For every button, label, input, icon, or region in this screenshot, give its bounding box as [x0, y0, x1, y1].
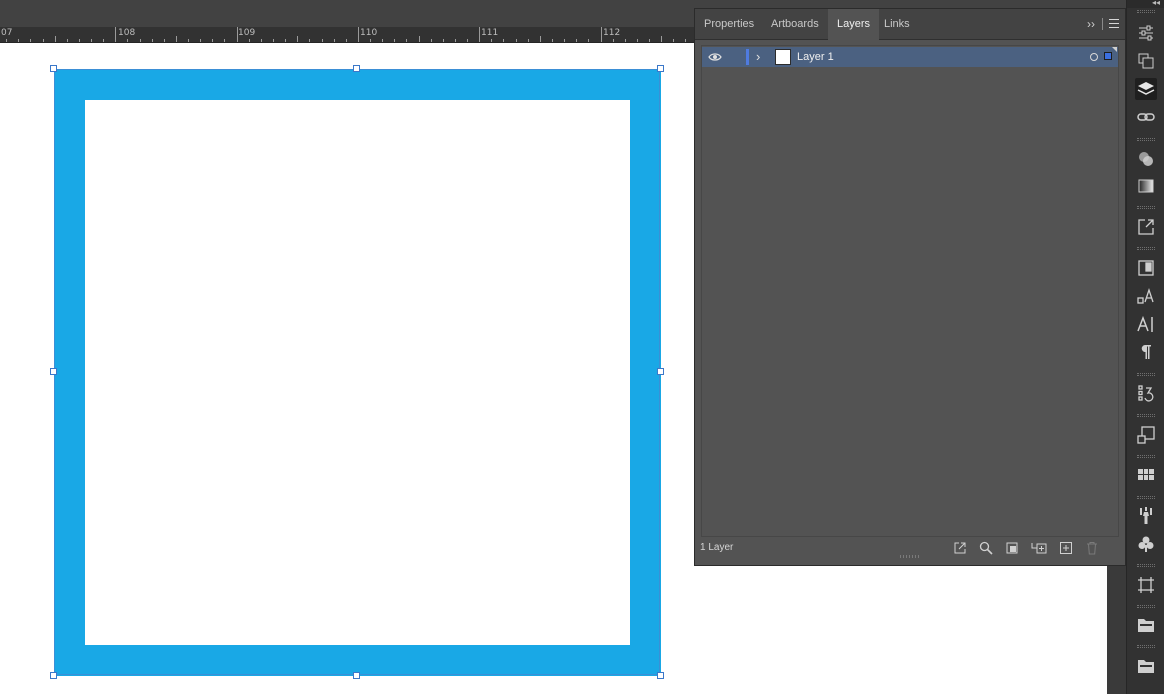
layer-thumbnail — [775, 49, 791, 65]
target-circle-icon[interactable] — [1090, 53, 1098, 61]
new-layer-icon[interactable] — [1059, 541, 1073, 555]
dock-header: ◂◂ — [1127, 0, 1164, 8]
locate-object-icon[interactable] — [979, 541, 993, 555]
panel-dock-strip: ◂◂ — [1126, 0, 1164, 694]
character-panel-icon[interactable] — [1135, 313, 1157, 335]
dock-group-grip[interactable] — [1137, 373, 1155, 376]
ruler-label: 108 — [118, 28, 136, 38]
layer-count: 1 Layer — [700, 542, 734, 553]
dock-group-grip[interactable] — [1137, 455, 1155, 458]
panel-tab-bar: Properties Artboards Layers Links ›› — [695, 9, 1125, 40]
layer-corner-marker — [1112, 47, 1117, 52]
character-styles-icon[interactable] — [1135, 285, 1157, 307]
properties-panel-icon[interactable] — [1135, 22, 1157, 44]
swatches-grid-icon[interactable] — [1135, 464, 1157, 486]
dock-group-grip[interactable] — [1137, 138, 1155, 141]
paragraph-panel-icon[interactable] — [1135, 341, 1157, 363]
tab-links[interactable]: Links — [875, 9, 919, 39]
resize-handle-right[interactable] — [657, 368, 664, 375]
layers-panel: Properties Artboards Layers Links ›› › L… — [694, 8, 1126, 566]
layer-list: › Layer 1 — [701, 45, 1119, 537]
dock-group-grip[interactable] — [1137, 496, 1155, 499]
resize-handle-bottom[interactable] — [353, 672, 360, 679]
resize-handle-left[interactable] — [50, 368, 57, 375]
expand-chevron-icon[interactable]: › — [756, 48, 760, 66]
new-sublayer-icon[interactable] — [1031, 541, 1047, 555]
artboards-panel-icon[interactable] — [1135, 50, 1157, 72]
panel-resize-grip[interactable] — [900, 555, 920, 558]
tab-layers[interactable]: Layers — [828, 9, 880, 40]
folder-icon-2[interactable] — [1135, 655, 1157, 677]
tab-properties[interactable]: Properties — [695, 9, 763, 39]
ruler-label: 109 — [238, 28, 256, 38]
ruler-label: 110 — [360, 28, 378, 38]
visibility-eye-icon[interactable] — [708, 51, 722, 63]
resize-handle-bottom-left[interactable] — [50, 672, 57, 679]
dock-group-grip[interactable] — [1137, 645, 1155, 648]
resize-handle-top-right[interactable] — [657, 65, 664, 72]
ruler-label: 111 — [481, 28, 499, 38]
ruler-label: 07 — [1, 28, 13, 38]
export-panel-icon[interactable] — [1135, 216, 1157, 238]
transform-panel-icon[interactable] — [1135, 424, 1157, 446]
libraries-panel-icon[interactable] — [1135, 257, 1157, 279]
transparency-panel-icon[interactable] — [1135, 148, 1157, 170]
actions-panel-icon[interactable] — [1135, 382, 1157, 404]
brushes-panel-icon[interactable] — [1135, 505, 1157, 527]
tabs-divider — [1102, 18, 1103, 30]
folder-icon[interactable] — [1135, 614, 1157, 636]
selection-bounding-box — [54, 69, 660, 675]
resize-handle-top[interactable] — [353, 65, 360, 72]
layers-panel-icon[interactable] — [1135, 78, 1157, 100]
dock-group-grip[interactable] — [1137, 206, 1155, 209]
dock-group-grip[interactable] — [1137, 247, 1155, 250]
dock-group-grip[interactable] — [1137, 10, 1155, 13]
export-icon[interactable] — [953, 541, 967, 555]
ruler-label: 112 — [603, 28, 621, 38]
dock-group-grip[interactable] — [1137, 564, 1155, 567]
layers-panel-footer: 1 Layer — [695, 537, 1125, 559]
collapse-dock-icon[interactable]: ◂◂ — [1152, 0, 1160, 7]
artboard-tool-icon[interactable] — [1135, 574, 1157, 596]
gradient-panel-icon[interactable] — [1135, 175, 1157, 197]
resize-handle-bottom-right[interactable] — [657, 672, 664, 679]
dock-group-grip[interactable] — [1137, 414, 1155, 417]
layer-row[interactable]: › Layer 1 — [702, 47, 1118, 67]
make-clipping-mask-icon[interactable] — [1005, 541, 1019, 555]
trash-icon[interactable] — [1085, 541, 1099, 555]
tab-artboards[interactable]: Artboards — [762, 9, 828, 39]
panel-menu-icon[interactable] — [1109, 19, 1119, 28]
symbols-panel-icon[interactable] — [1135, 533, 1157, 555]
resize-handle-top-left[interactable] — [50, 65, 57, 72]
layer-name[interactable]: Layer 1 — [797, 47, 834, 67]
tabs-overflow-icon[interactable]: ›› — [1087, 9, 1095, 39]
layer-color-indicator — [746, 49, 749, 65]
selected-art-indicator[interactable] — [1104, 52, 1112, 60]
links-panel-icon[interactable] — [1135, 106, 1157, 128]
dock-group-grip[interactable] — [1137, 605, 1155, 608]
